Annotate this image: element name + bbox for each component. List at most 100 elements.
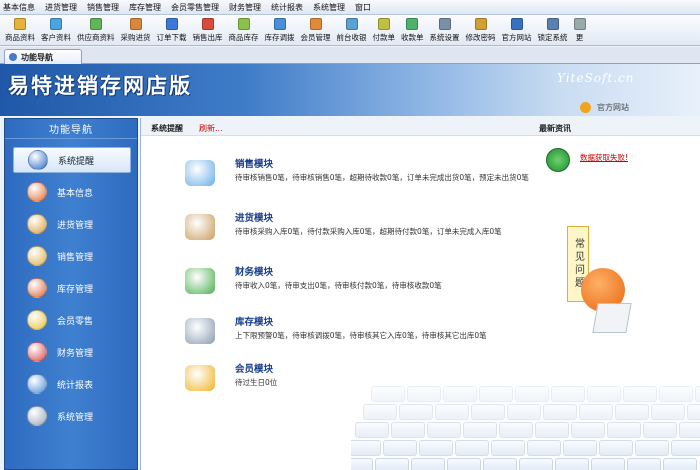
sidebar-item[interactable]: 会员零售 xyxy=(13,307,131,333)
module-title[interactable]: 进货模块 xyxy=(235,210,273,224)
module-title[interactable]: 库存模块 xyxy=(235,314,273,328)
toolbar-button[interactable]: 官方网站 xyxy=(499,16,535,45)
toolbar-label: 库存调拨 xyxy=(264,32,295,42)
keyboard-key xyxy=(659,386,693,402)
menu-item[interactable]: 系统管理 xyxy=(313,2,345,13)
sidebar-item[interactable]: 统计报表 xyxy=(13,371,131,397)
toolbar-icon xyxy=(89,17,102,30)
sidebar-item[interactable]: 系统管理 xyxy=(13,403,131,429)
toolbar-button[interactable]: 收款单 xyxy=(398,16,427,45)
toolbar-button[interactable]: 商品资料 xyxy=(2,16,38,45)
tab-icon xyxy=(9,53,17,61)
module-desc: 待审核采购入库0笔，待付款采购入库0笔，超期待付款0笔，订单未完成入库0笔 xyxy=(235,227,502,236)
toolbar-icon xyxy=(510,17,523,30)
sidebar-title: 功能导航 xyxy=(5,119,137,139)
official-site-link[interactable]: 官方网站 xyxy=(580,102,629,113)
keyboard-key xyxy=(399,404,433,420)
toolbar-icon xyxy=(474,17,487,30)
module-title[interactable]: 财务模块 xyxy=(235,264,273,278)
tab-strip: 功能导航 xyxy=(0,47,700,64)
toolbar-label: 订单下载 xyxy=(156,32,187,42)
toolbar-label: 官方网站 xyxy=(501,32,532,42)
keyboard-key xyxy=(671,440,700,456)
keyboard-key xyxy=(471,404,505,420)
keyboard-key xyxy=(663,458,697,470)
keyboard-key xyxy=(463,422,497,438)
keyboard-key xyxy=(491,440,525,456)
toolbar-icon xyxy=(438,17,451,30)
sidebar-item[interactable]: 库存管理 xyxy=(13,275,131,301)
laptop-icon xyxy=(592,303,632,333)
menu-item[interactable]: 销售管理 xyxy=(87,2,119,13)
news-title: 最新资讯 xyxy=(539,124,571,133)
toolbar-button[interactable]: 销售出库 xyxy=(190,16,226,45)
toolbar-label: 采购进货 xyxy=(120,32,151,42)
menu-item[interactable]: 进货管理 xyxy=(45,2,77,13)
sidebar-item-icon xyxy=(27,182,47,202)
module-desc: 待审收入0笔，待审支出0笔，待审核付款0笔，待审核收款0笔 xyxy=(235,281,442,290)
toolbar-button[interactable]: 更 xyxy=(571,16,589,45)
toolbar-button[interactable]: 修改密码 xyxy=(463,16,499,45)
keyboard-background xyxy=(351,368,700,470)
toolbar-button[interactable]: 客户资料 xyxy=(38,16,74,45)
menu-item[interactable]: 库存管理 xyxy=(129,2,161,13)
toolbar-button[interactable]: 库存调拨 xyxy=(262,16,298,45)
sidebar-item-icon xyxy=(27,310,47,330)
sidebar-item[interactable]: 系统提醒 xyxy=(13,147,131,173)
brand-name: YiteSoft.cn xyxy=(557,71,635,85)
sidebar-item-icon xyxy=(27,246,47,266)
toolbar-button[interactable]: 付款单 xyxy=(370,16,399,45)
toolbar-icon xyxy=(345,17,358,30)
keyboard-key xyxy=(679,422,700,438)
sidebar-item[interactable]: 进货管理 xyxy=(13,211,131,237)
keyboard-key xyxy=(407,386,441,402)
toolbar-button[interactable]: 前台收银 xyxy=(334,16,370,45)
tab-label: 功能导航 xyxy=(21,52,53,62)
toolbar-label: 供应商资料 xyxy=(77,32,115,42)
sidebar-item[interactable]: 基本信息 xyxy=(13,179,131,205)
sidebar-item[interactable]: 财务管理 xyxy=(13,339,131,365)
toolbar-button[interactable]: 会员管理 xyxy=(298,16,334,45)
keyboard-key xyxy=(587,386,621,402)
toolbar-icon xyxy=(309,17,322,30)
toolbar-icon xyxy=(50,17,62,30)
toolbar-button[interactable]: 订单下载 xyxy=(154,16,190,45)
toolbar-button[interactable]: 采购进货 xyxy=(118,16,154,45)
news-link[interactable]: 数据获取失败! xyxy=(580,152,628,163)
module-title[interactable]: 会员模块 xyxy=(235,361,273,375)
keyboard-key xyxy=(479,386,513,402)
menu-item[interactable]: 窗口 xyxy=(355,2,371,13)
module-title[interactable]: 销售模块 xyxy=(235,156,273,170)
module-icon xyxy=(185,268,215,294)
keyboard-key xyxy=(375,458,409,470)
main-header: 系统提醒 刷新... 最新资讯 xyxy=(141,118,700,136)
toolbar-label: 商品库存 xyxy=(228,32,259,42)
menu-item[interactable]: 基本信息 xyxy=(3,2,35,13)
keyboard-key xyxy=(623,386,657,402)
toolbar-label: 前台收银 xyxy=(336,32,367,42)
sidebar-item-icon xyxy=(27,374,47,394)
menu-item[interactable]: 财务管理 xyxy=(229,2,261,13)
menu-item[interactable]: 会员零售管理 xyxy=(171,2,219,13)
toolbar-icon xyxy=(165,17,178,30)
toolbar-icon xyxy=(201,17,214,30)
module-icon xyxy=(185,160,215,186)
toolbar-button[interactable]: 商品库存 xyxy=(226,16,262,45)
tab-function-nav[interactable]: 功能导航 xyxy=(4,49,82,64)
keyboard-key xyxy=(651,404,685,420)
toolbar-icon xyxy=(14,17,26,30)
menu-item[interactable]: 统计报表 xyxy=(271,2,303,13)
keyboard-key xyxy=(607,422,641,438)
toolbar-button[interactable]: 供应商资料 xyxy=(74,16,118,45)
keyboard-key xyxy=(535,422,569,438)
module-icon xyxy=(185,365,215,391)
refresh-link[interactable]: 刷新... xyxy=(199,123,223,134)
sidebar-item-label: 会员零售 xyxy=(57,316,94,327)
toolbar-button[interactable]: 锁定系统 xyxy=(535,16,571,45)
sidebar-item[interactable]: 销售管理 xyxy=(13,243,131,269)
toolbar-icon xyxy=(129,17,142,30)
sidebar-item-label: 统计报表 xyxy=(57,380,94,391)
keyboard-key xyxy=(443,386,477,402)
toolbar-button[interactable]: 系统设置 xyxy=(427,16,463,45)
sidebar-item-label: 财务管理 xyxy=(57,348,94,359)
